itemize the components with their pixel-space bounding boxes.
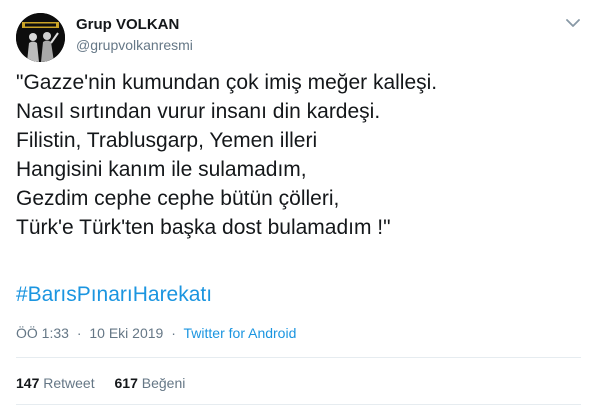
tweet-line: Hangisini kanım ile sulamadım, [16, 158, 307, 181]
avatar[interactable] [16, 13, 65, 62]
retweet-count: 147 [16, 375, 40, 391]
tweet-line: Nasıl sırtından vurur insanı din kardeşi… [16, 100, 381, 123]
like-stat[interactable]: 617 Beğeni [115, 375, 186, 391]
tweet-card: Grup VOLKAN @grupvolkanresmi "Gazze'nin … [0, 0, 597, 408]
tweet-meta: ÖÖ 1:33 · 10 Eki 2019 · Twitter for Andr… [16, 325, 296, 341]
tweet-source-link[interactable]: Twitter for Android [184, 325, 297, 341]
divider [16, 404, 581, 405]
user-handle[interactable]: @grupvolkanresmi [76, 37, 193, 53]
separator: · [171, 325, 176, 341]
tweet-line: Türk'e Türk'ten başka dost bulamadım !" [16, 216, 391, 239]
tweet-text: "Gazze'nin kumundan çok imiş meğer kalle… [16, 68, 576, 242]
retweet-label: Retweet [43, 375, 95, 391]
chevron-down-icon[interactable] [563, 13, 583, 33]
user-name[interactable]: Grup VOLKAN [76, 16, 179, 33]
band-avatar-icon [16, 13, 65, 62]
tweet-line: "Gazze'nin kumundan çok imiş meğer kalle… [16, 71, 438, 94]
tweet-time[interactable]: ÖÖ 1:33 [16, 325, 69, 341]
like-label: Beğeni [141, 375, 186, 391]
retweet-stat[interactable]: 147 Retweet [16, 375, 95, 391]
tweet-date[interactable]: 10 Eki 2019 [89, 325, 163, 341]
tweet-line: Filistin, Trablusgarp, Yemen illeri [16, 129, 318, 152]
tweet-stats: 147 Retweet 617 Beğeni [16, 375, 201, 391]
separator: · [76, 325, 82, 341]
hashtag-link[interactable]: #BarısPınarıHarekatı [16, 283, 212, 307]
like-count: 617 [114, 375, 138, 391]
tweet-line: Gezdim cephe cephe bütün çölleri, [16, 187, 340, 210]
divider [16, 357, 581, 358]
